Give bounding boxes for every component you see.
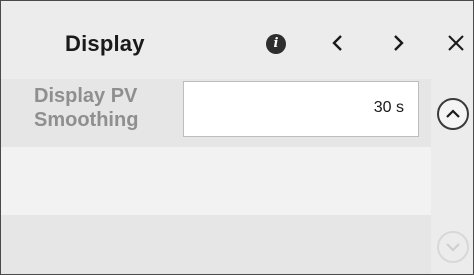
smoothing-value-field[interactable]: 30 s — [183, 81, 419, 137]
display-settings-panel: Display i Display PV Smoothing 30 s — [0, 0, 474, 275]
empty-row — [1, 147, 431, 215]
chevron-left-icon[interactable] — [323, 28, 353, 58]
chevron-down-icon — [446, 243, 460, 252]
close-icon[interactable] — [441, 28, 471, 58]
smoothing-value-text: 30 s — [373, 99, 404, 116]
scroll-down-button[interactable] — [437, 231, 469, 263]
chevron-right-icon[interactable] — [383, 28, 413, 58]
panel-title: Display — [65, 31, 145, 56]
info-icon[interactable]: i — [266, 34, 286, 54]
chevron-up-icon — [446, 109, 460, 118]
setting-label-line1: Display PV — [34, 85, 138, 107]
setting-label-line2: Smoothing — [34, 109, 139, 131]
scroll-up-button[interactable] — [437, 98, 469, 130]
empty-row — [1, 215, 431, 274]
setting-label: Display PV Smoothing — [34, 84, 184, 132]
